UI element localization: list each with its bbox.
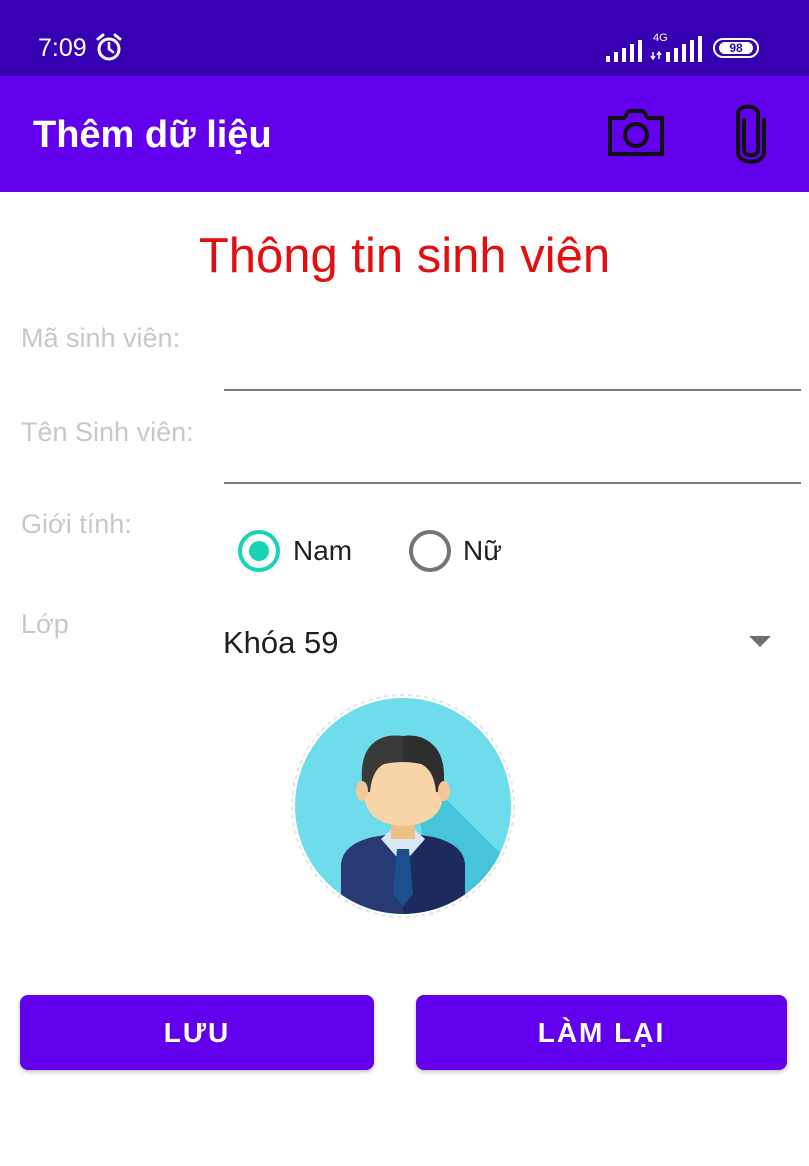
dropdown-arrow-icon[interactable] [749,636,771,647]
paperclip-icon[interactable] [726,102,776,166]
radio-female[interactable] [409,530,451,572]
app-bar: Thêm dữ liệu [0,76,809,192]
student-name-field[interactable] [224,482,801,484]
radio-male[interactable] [238,530,280,572]
student-id-field[interactable] [224,389,801,391]
form-heading: Thông tin sinh viên [198,229,611,283]
camera-icon[interactable] [604,106,668,160]
save-button[interactable]: LƯU [20,995,374,1070]
radio-female-label[interactable]: Nữ [463,535,502,567]
battery-icon: 98 [713,38,759,58]
signal-icon [606,40,642,62]
reset-button[interactable]: LÀM LẠI [416,995,787,1070]
radio-male-label[interactable]: Nam [293,535,352,567]
status-time: 7:09 [38,34,87,62]
page-title: Thêm dữ liệu [33,114,272,156]
student-id-label: Mã sinh viên: [21,323,181,353]
gender-label: Giới tính: [21,509,132,539]
mobile-signal-icon [650,36,702,62]
class-label: Lớp [21,609,69,639]
student-name-label: Tên Sinh viên: [21,417,194,447]
avatar-image[interactable] [291,694,516,919]
class-spinner[interactable]: Khóa 59 [223,625,339,661]
battery-level: 98 [719,42,753,54]
status-bar: 7:09 4G 98 [0,0,809,76]
alarm-icon [96,33,122,61]
